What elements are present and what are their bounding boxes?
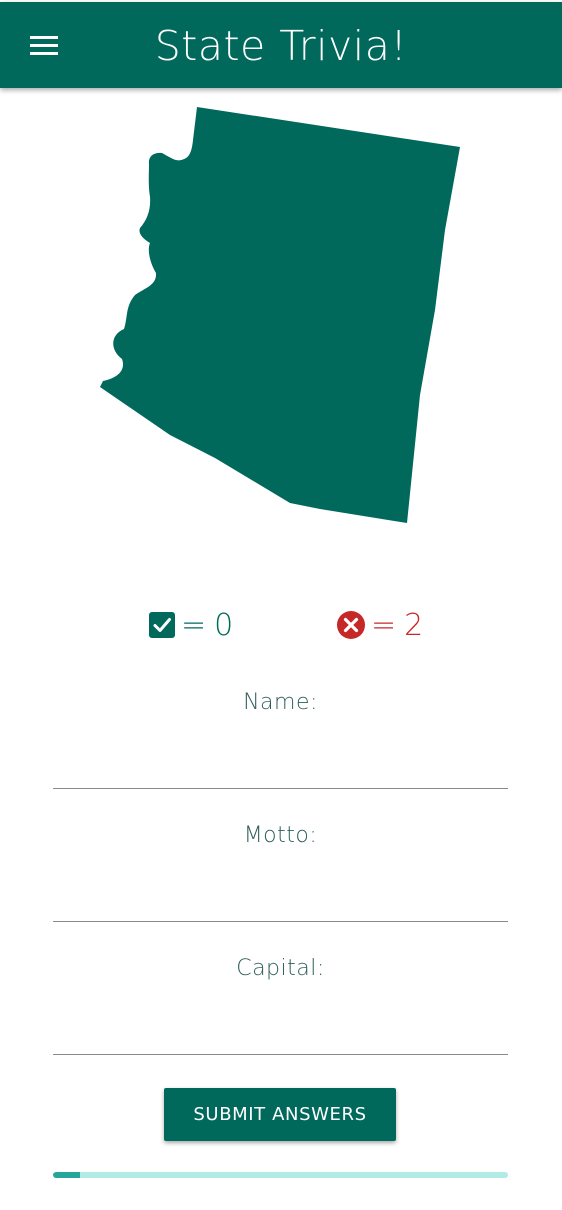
name-label: Name: — [243, 690, 318, 715]
progress-bar — [53, 1172, 508, 1178]
capital-field: Capital: — [53, 956, 508, 1055]
correct-count: 0 — [214, 607, 234, 643]
motto-input[interactable] — [53, 870, 508, 922]
wrong-count: 2 — [404, 607, 424, 643]
motto-field: Motto: — [53, 823, 508, 922]
check-box-icon — [149, 612, 175, 638]
cancel-circle-icon — [337, 611, 365, 639]
capital-input[interactable] — [53, 1003, 508, 1055]
capital-label: Capital: — [236, 956, 325, 981]
app-title: State Trivia! — [154, 22, 408, 70]
submit-answers-button[interactable]: SUBMIT ANSWERS — [164, 1088, 396, 1141]
wrong-score: = 2 — [336, 605, 423, 645]
correct-score: = 0 — [148, 605, 233, 645]
name-field: Name: — [53, 690, 508, 789]
app-root: State Trivia! = 0 = 2 Name: Motto: Capit… — [0, 0, 562, 1210]
progress-bar-fill — [53, 1172, 81, 1178]
app-bar: State Trivia! — [0, 2, 562, 88]
motto-label: Motto: — [243, 823, 318, 848]
state-shape — [100, 107, 460, 523]
correct-equals-sign: = — [181, 607, 207, 643]
name-input[interactable] — [53, 737, 508, 789]
state-outline-image — [100, 107, 460, 523]
wrong-equals-sign: = — [371, 607, 397, 643]
